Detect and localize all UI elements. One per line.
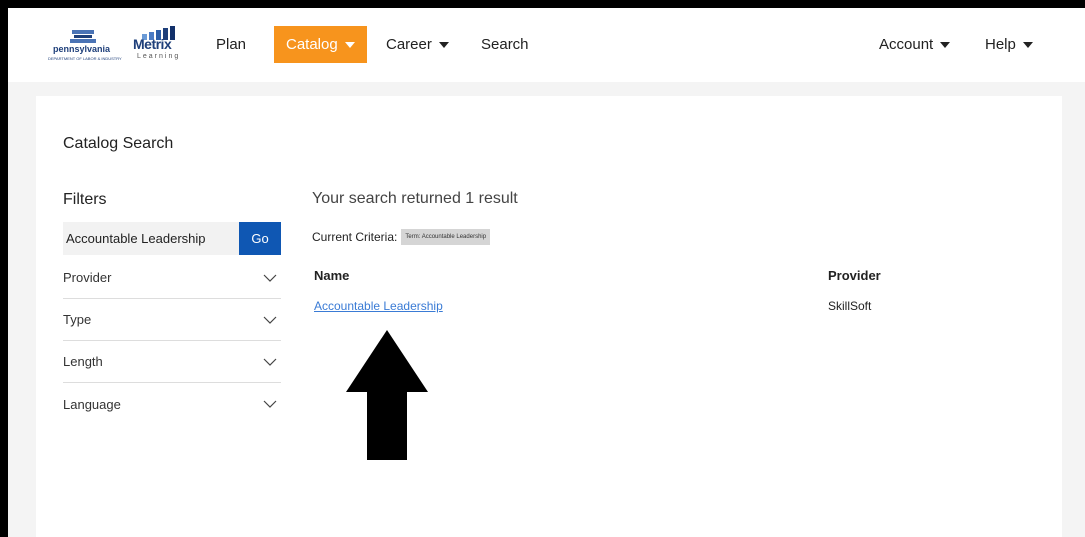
caret-down-icon (940, 41, 951, 48)
caret-down-icon (438, 41, 449, 48)
nav-search[interactable]: Search (481, 26, 529, 63)
filter-type[interactable]: Type (63, 299, 281, 341)
current-criteria: Current Criteria: Term: Accountable Lead… (312, 229, 491, 245)
chevron-down-icon (263, 316, 277, 324)
chevron-down-icon (263, 274, 277, 282)
nav-plan-label: Plan (216, 36, 247, 53)
metrix-logo[interactable]: Metrix Learning (130, 26, 190, 66)
logo-pa-subtext: DEPARTMENT OF LABOR & INDUSTRY (48, 56, 122, 61)
logo-metrix-text: Metrix (133, 36, 172, 52)
nav-help[interactable]: Help (985, 26, 1033, 63)
top-navbar: pennsylvania DEPARTMENT OF LABOR & INDUS… (8, 8, 1085, 82)
nav-catalog[interactable]: Catalog (274, 26, 367, 63)
nav-plan[interactable]: Plan (216, 26, 246, 63)
filter-provider-label: Provider (63, 270, 112, 285)
nav-career[interactable]: Career (386, 26, 449, 63)
browser-viewport: pennsylvania DEPARTMENT OF LABOR & INDUS… (8, 8, 1085, 537)
page-title: Catalog Search (63, 135, 174, 152)
filter-provider[interactable]: Provider (63, 257, 281, 299)
result-name-link[interactable]: Accountable Leadership (314, 299, 443, 313)
nav-help-label: Help (985, 36, 1016, 53)
nav-career-label: Career (386, 36, 432, 53)
pennsylvania-logo[interactable]: pennsylvania DEPARTMENT OF LABOR & INDUS… (48, 28, 122, 64)
up-arrow-icon (346, 330, 428, 460)
filter-language[interactable]: Language (63, 383, 281, 425)
catalog-search-card: Catalog Search Filters Accountable Leade… (36, 96, 1062, 537)
go-button[interactable]: Go (239, 222, 281, 255)
column-header-name[interactable]: Name (314, 268, 349, 283)
result-provider: SkillSoft (828, 299, 872, 313)
filter-type-label: Type (63, 312, 92, 327)
filter-length-label: Length (63, 354, 103, 369)
search-term-field[interactable]: Accountable Leadership (63, 222, 239, 255)
nav-account-label: Account (879, 36, 934, 53)
chevron-down-icon (263, 400, 277, 408)
filters-heading: Filters (63, 191, 107, 208)
filter-length[interactable]: Length (63, 341, 281, 383)
caret-down-icon (1022, 41, 1033, 48)
nav-account[interactable]: Account (879, 26, 951, 63)
criteria-tag[interactable]: Term: Accountable Leadership (401, 229, 491, 245)
search-term-row: Accountable Leadership Go (63, 222, 281, 255)
chevron-down-icon (263, 358, 277, 366)
column-header-provider[interactable]: Provider (828, 268, 881, 283)
nav-catalog-label: Catalog (286, 36, 338, 53)
logo-metrix-subtext: Learning (137, 53, 181, 60)
caret-down-icon (344, 41, 355, 48)
logo-pa-text: pennsylvania (53, 44, 111, 54)
criteria-label: Current Criteria: (312, 230, 398, 244)
filter-language-label: Language (63, 396, 121, 412)
results-summary: Your search returned 1 result (312, 190, 518, 207)
nav-search-label: Search (481, 36, 529, 53)
